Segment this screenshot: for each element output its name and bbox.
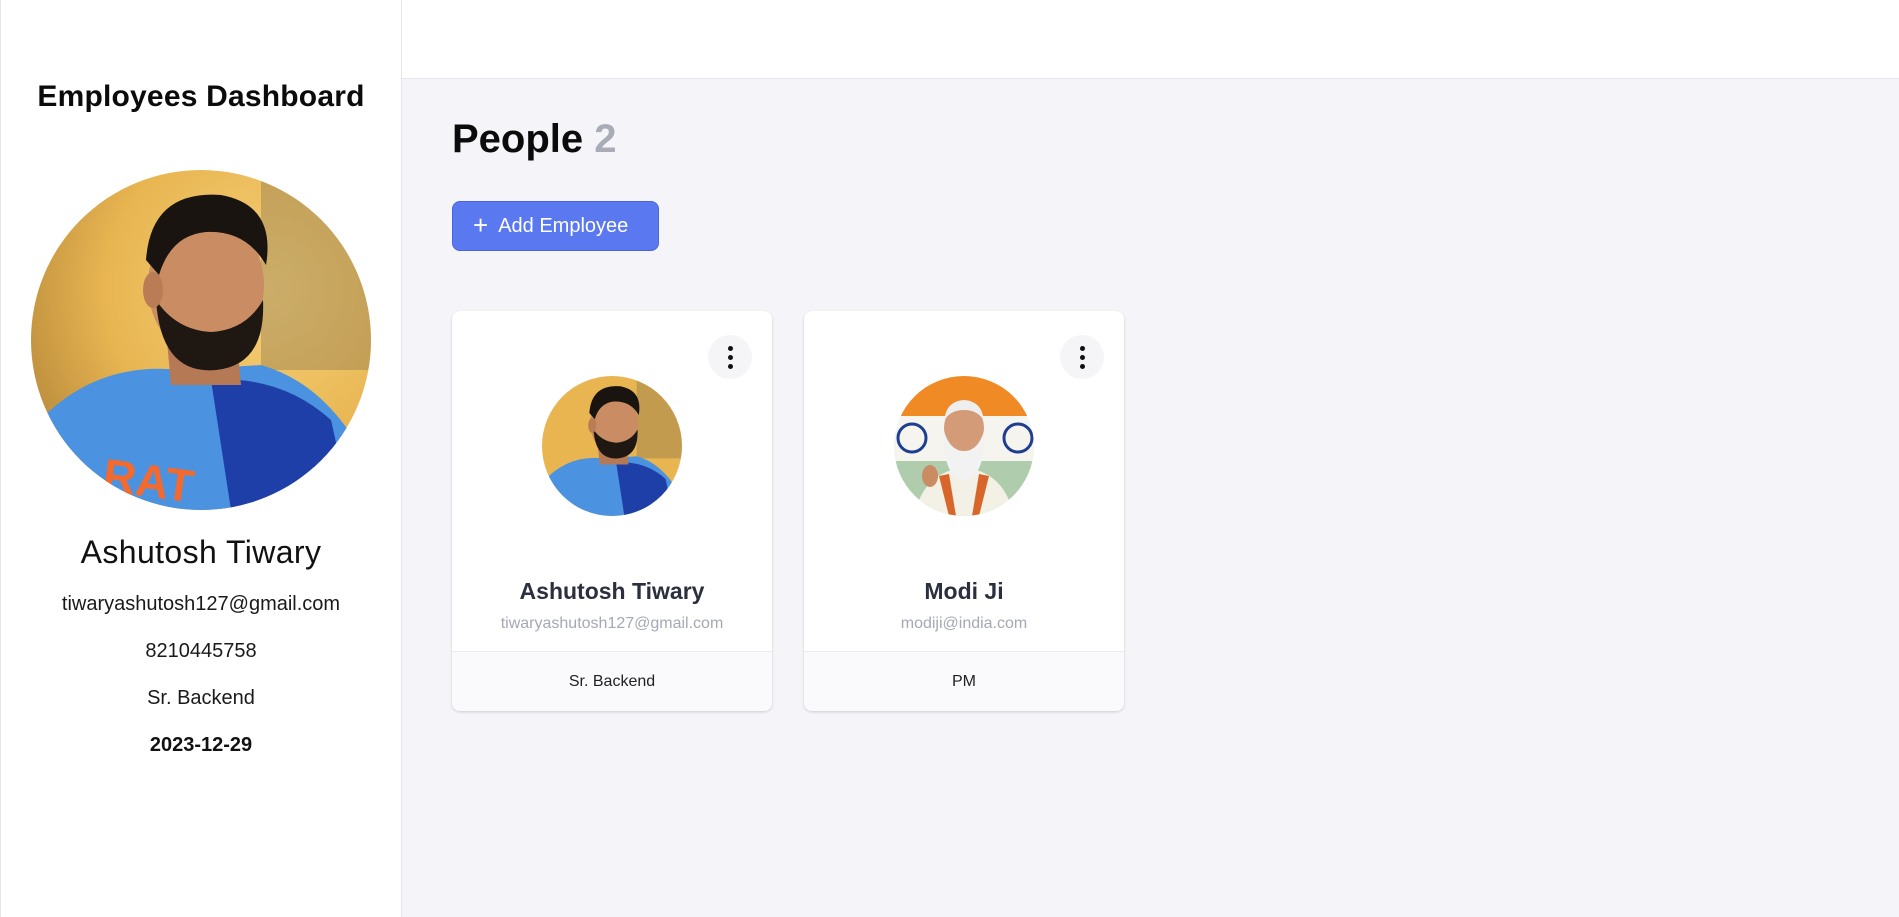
employee-card[interactable]: Ashutosh Tiwary tiwaryashutosh127@gmail.… <box>452 311 772 711</box>
more-vertical-icon[interactable] <box>708 335 752 379</box>
profile-photo: RAT <box>31 170 371 510</box>
app: Employees Dashboard RAT Ashutosh Tiwary … <box>0 0 1899 917</box>
employee-email: modiji@india.com <box>900 615 1028 632</box>
add-employee-button[interactable]: + Add Employee <box>452 201 659 251</box>
people-count: 2 <box>594 117 617 161</box>
page-title-text: People <box>452 117 584 161</box>
employee-name: Modi Ji <box>924 578 1004 604</box>
profile-role: Sr. Backend <box>147 687 255 709</box>
sidebar-title: Employees Dashboard <box>37 80 365 113</box>
plus-icon: + <box>473 209 489 240</box>
profile-name: Ashutosh Tiwary <box>80 534 322 570</box>
employee-card[interactable]: Modi Ji modiji@india.com PM <box>804 311 1124 711</box>
add-employee-label: Add Employee <box>498 214 629 237</box>
more-vertical-icon[interactable] <box>1060 335 1104 379</box>
top-bar <box>402 0 1899 79</box>
employee-name: Ashutosh Tiwary <box>519 578 705 604</box>
employee-role: PM <box>804 651 1124 711</box>
profile-phone: 8210445758 <box>145 640 257 662</box>
employee-cards: Ashutosh Tiwary tiwaryashutosh127@gmail.… <box>452 311 1899 711</box>
employee-email: tiwaryashutosh127@gmail.com <box>500 615 724 632</box>
main-area: People 2 + Add Employee Ashutosh Tiwary … <box>402 0 1899 917</box>
sidebar: Employees Dashboard RAT Ashutosh Tiwary … <box>0 0 402 917</box>
employee-avatar <box>542 376 682 516</box>
profile-date: 2023-12-29 <box>149 734 253 756</box>
content: People 2 + Add Employee Ashutosh Tiwary … <box>402 79 1899 711</box>
profile-email: tiwaryashutosh127@gmail.com <box>61 593 341 615</box>
employee-role: Sr. Backend <box>452 651 772 711</box>
page-title: People 2 <box>452 119 1899 159</box>
employee-avatar <box>894 376 1034 516</box>
